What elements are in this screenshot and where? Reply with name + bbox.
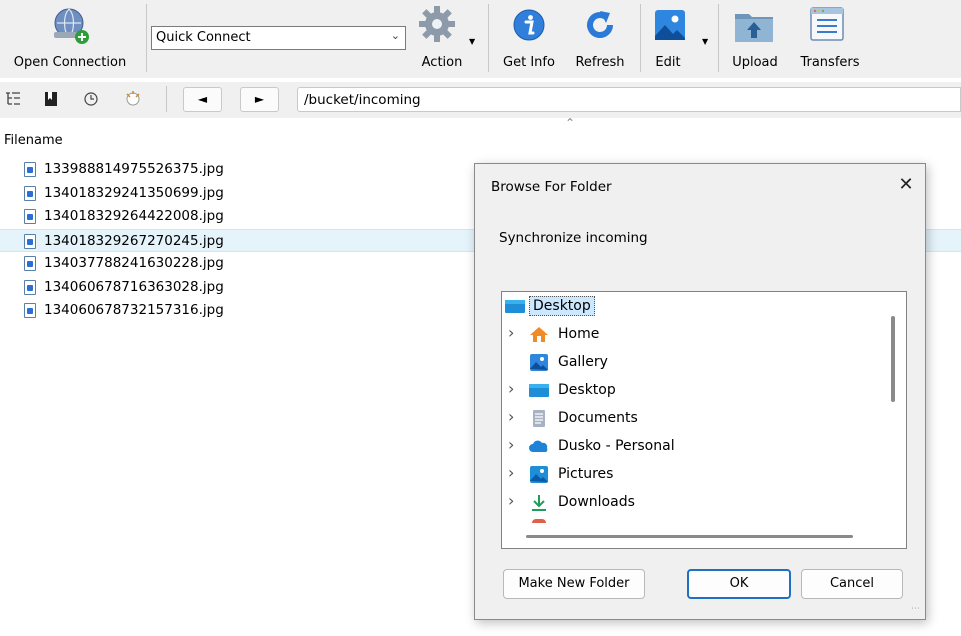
tree-node[interactable]: Desktop — [502, 293, 882, 321]
pictures-icon — [529, 466, 549, 483]
jpg-file-icon — [24, 279, 36, 295]
file-name: 134037788241630228.jpg — [44, 255, 224, 271]
nav-separator — [166, 86, 167, 112]
forward-button[interactable]: ► — [240, 87, 279, 112]
action-label: Action — [421, 55, 463, 70]
transfers-button[interactable]: Transfers — [790, 0, 870, 76]
transfers-label: Transfers — [800, 55, 860, 70]
dialog-title: Browse For Folder — [491, 179, 612, 195]
tree-node[interactable]: › Dusko - Personal — [502, 433, 882, 461]
desktop-icon — [505, 298, 525, 315]
dialog-description: Synchronize incoming — [499, 230, 648, 246]
tree-node-label: Downloads — [558, 494, 635, 510]
jpg-file-icon — [24, 209, 36, 224]
expand-chevron-icon[interactable]: › — [508, 435, 514, 454]
gear-icon — [419, 6, 455, 42]
expand-chevron-icon[interactable]: › — [508, 379, 514, 398]
upload-button[interactable]: Upload — [722, 0, 788, 76]
toolbar-separator — [146, 4, 147, 72]
browse-for-folder-dialog: Browse For Folder ✕ Synchronize incoming… — [474, 163, 926, 620]
gallery-icon — [529, 354, 549, 371]
quick-connect-value: Quick Connect — [156, 30, 251, 45]
refresh-icon — [587, 11, 613, 38]
action-button[interactable]: ▼ Action — [410, 0, 476, 76]
tree-node-label: Desktop — [558, 382, 616, 398]
folder-tree[interactable]: Desktop › Home Gallery › Desktop › Documents › Du… — [501, 291, 907, 549]
history-clock-icon[interactable] — [82, 87, 102, 112]
horizontal-scrollbar-thumb[interactable] — [526, 535, 853, 538]
close-icon[interactable]: ✕ — [893, 172, 919, 198]
tree-node[interactable]: › Downloads — [502, 489, 882, 517]
clipped-tree-item-icon — [532, 519, 546, 523]
toolbar-separator — [488, 4, 489, 72]
open-connection-button[interactable]: Open Connection — [0, 0, 140, 76]
bookmarks-icon[interactable] — [42, 87, 62, 112]
jpg-file-icon — [24, 185, 36, 201]
tree-node-label: Home — [558, 326, 600, 342]
refresh-button[interactable]: Refresh — [566, 0, 634, 76]
tree-node-label: Gallery — [558, 354, 608, 370]
quick-connect-select[interactable]: Quick Connect ⌄ — [151, 26, 406, 50]
sort-ascending-icon: ⌃ — [565, 116, 576, 130]
tree-node[interactable]: › Documents — [502, 405, 882, 433]
tree-node[interactable]: › Desktop — [502, 377, 882, 405]
open-connection-label: Open Connection — [13, 55, 127, 70]
get-info-button[interactable]: Get Info — [494, 0, 564, 76]
navigation-bar: ◄ ► /bucket/incoming — [0, 82, 961, 118]
tree-node-label: Dusko - Personal — [558, 438, 675, 454]
documents-icon — [529, 410, 549, 427]
tree-node-label: Documents — [558, 410, 638, 426]
transfers-window-icon — [810, 7, 844, 41]
tree-node[interactable]: › Pictures — [502, 461, 882, 489]
home-icon — [529, 326, 549, 343]
onedrive-icon — [529, 438, 549, 455]
chevron-down-icon: ⌄ — [390, 29, 400, 42]
edit-button[interactable]: ▼ Edit — [644, 0, 714, 76]
tree-node-label: Desktop — [529, 296, 595, 316]
file-name: 134060678716363028.jpg — [44, 278, 224, 295]
downloads-icon — [529, 494, 549, 511]
filename-column-header[interactable]: Filename — [4, 133, 63, 148]
jpg-file-icon — [24, 162, 36, 177]
expand-chevron-icon[interactable]: › — [508, 491, 514, 510]
path-field[interactable]: /bucket/incoming — [297, 87, 961, 112]
upload-label: Upload — [732, 55, 778, 70]
tree-node-label: Pictures — [558, 466, 614, 482]
expand-chevron-icon[interactable]: › — [508, 463, 514, 482]
refresh-label: Refresh — [575, 55, 625, 70]
jpg-file-icon — [24, 256, 36, 271]
jpg-file-icon — [24, 303, 36, 318]
outline-view-icon[interactable] — [4, 87, 24, 112]
desktop-icon — [529, 382, 549, 399]
file-name: 134060678732157316.jpg — [44, 302, 224, 318]
tree-node[interactable]: › Home — [502, 321, 882, 349]
expand-chevron-icon[interactable]: › — [508, 407, 514, 426]
cancel-button[interactable]: Cancel — [801, 569, 903, 599]
jpg-file-icon — [24, 233, 36, 249]
globe-plus-icon — [54, 8, 89, 44]
file-name: 134018329267270245.jpg — [44, 232, 224, 249]
tree-node[interactable]: Gallery — [502, 349, 882, 377]
get-info-label: Get Info — [503, 55, 555, 70]
edit-dropdown-caret-icon: ▼ — [702, 37, 709, 46]
upload-icon — [735, 14, 773, 42]
toolbar-separator — [640, 4, 641, 72]
path-value: /bucket/incoming — [304, 92, 421, 108]
file-name: 133988814975526375.jpg — [44, 161, 224, 177]
back-button[interactable]: ◄ — [183, 87, 222, 112]
file-name: 134018329241350699.jpg — [44, 184, 224, 201]
vertical-scrollbar-thumb[interactable] — [891, 316, 895, 402]
resize-grip-icon[interactable]: ⋯ — [911, 604, 920, 614]
image-edit-icon — [655, 10, 685, 40]
ok-button[interactable]: OK — [687, 569, 791, 599]
make-new-folder-button[interactable]: Make New Folder — [503, 569, 645, 599]
toolbar-separator — [718, 4, 719, 72]
info-icon — [513, 9, 545, 41]
expand-chevron-icon[interactable]: › — [508, 323, 514, 342]
main-toolbar: Open Connection Quick Connect ⌄ ▼ Action — [0, 0, 961, 78]
file-name: 134018329264422008.jpg — [44, 208, 224, 224]
action-dropdown-caret-icon: ▼ — [469, 37, 476, 46]
edit-label: Edit — [655, 55, 681, 70]
bonjour-icon[interactable] — [122, 87, 150, 112]
